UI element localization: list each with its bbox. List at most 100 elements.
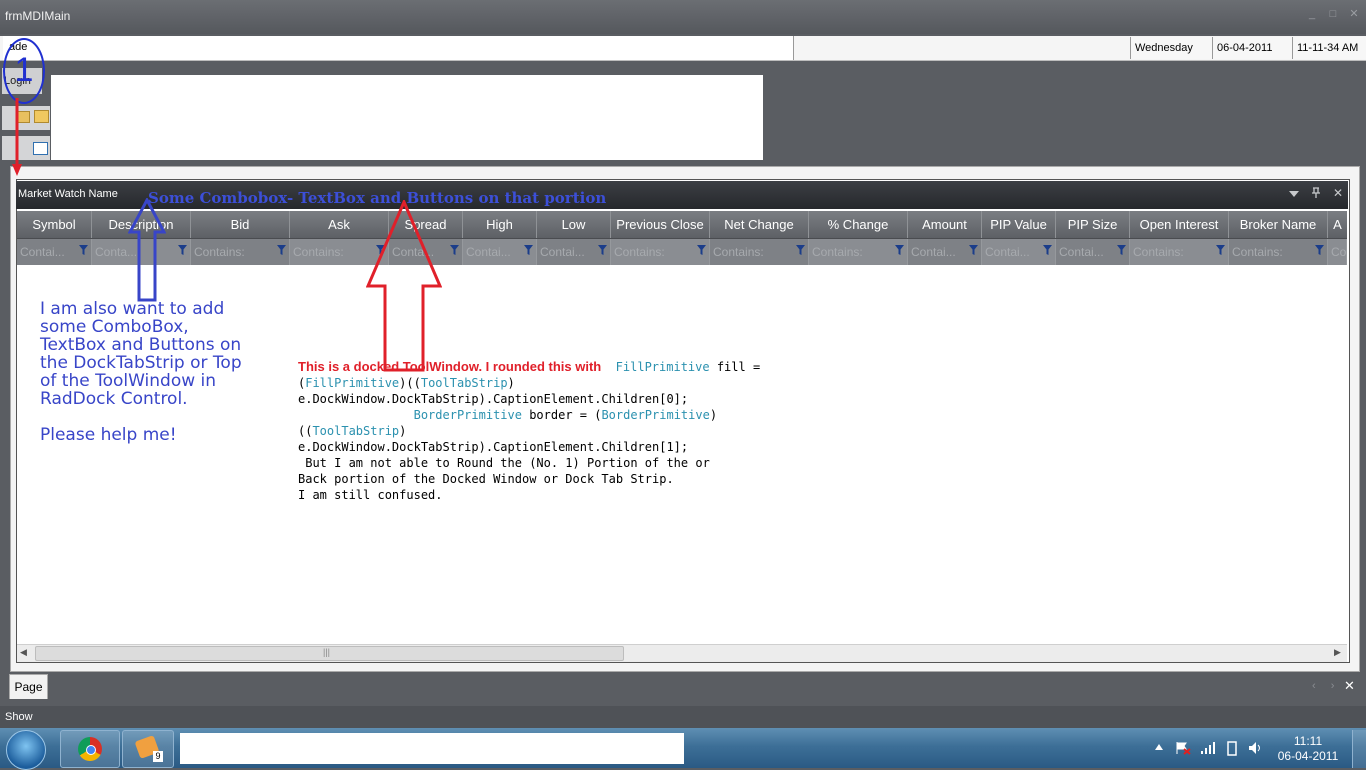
taskbar-item-chrome[interactable] — [60, 730, 120, 768]
signal-icon[interactable] — [1200, 741, 1216, 755]
column-header[interactable]: Open Interest — [1130, 211, 1229, 238]
filter-icon[interactable] — [524, 245, 533, 256]
code-token: border = ( — [521, 408, 602, 422]
filter-cell[interactable]: Contai... — [982, 239, 1056, 265]
filter-icon[interactable] — [796, 245, 805, 256]
window-count-badge: 9 — [153, 751, 163, 762]
column-header[interactable]: Amount — [908, 211, 982, 238]
filter-text: Contains: — [614, 245, 665, 259]
filter-cell[interactable]: Contains: — [710, 239, 809, 265]
filter-icon[interactable] — [1216, 245, 1225, 256]
filter-cell[interactable]: Contains: — [809, 239, 908, 265]
code-token: ) — [399, 424, 407, 438]
code-token: e.DockWindow.DockTabStrip).CaptionElemen… — [298, 392, 689, 406]
code-token: But I am not able to Round the (No. 1) P… — [298, 456, 710, 470]
filter-cell[interactable]: Contai... — [17, 239, 92, 265]
taskbar-clock[interactable]: 11:11 06-04-2011 — [1276, 734, 1340, 764]
annotation-red-text: This is a docked ToolWindow. I rounded t… — [298, 359, 602, 374]
code-token: ) — [507, 376, 515, 390]
filter-icon[interactable] — [79, 245, 88, 256]
filter-icon[interactable] — [895, 245, 904, 256]
window-icon[interactable] — [33, 142, 48, 155]
code-token: fill = — [709, 360, 761, 374]
filter-icon[interactable] — [1117, 245, 1126, 256]
code-token: ) — [709, 408, 718, 422]
annotation-arrow-red — [366, 200, 442, 372]
filter-icon[interactable] — [1315, 245, 1324, 256]
pin-icon[interactable] — [1311, 187, 1321, 199]
dock-close-button[interactable]: ✕ — [1333, 186, 1343, 200]
show-desktop-button[interactable] — [1352, 730, 1366, 768]
filter-cell[interactable]: Contai... — [908, 239, 982, 265]
tab-page[interactable]: Page — [9, 674, 48, 699]
status-time: 11-11-34 AM — [1292, 37, 1366, 59]
scroll-right-icon[interactable]: ▶ — [1334, 647, 1341, 658]
filter-cell[interactable]: Contains: — [191, 239, 290, 265]
filter-cell[interactable]: Co — [1328, 239, 1347, 265]
filter-cell[interactable]: Contains: — [1130, 239, 1229, 265]
annotation-line: I am also want to add — [40, 299, 225, 319]
annotation-code-note: This is a docked ToolWindow. I rounded t… — [298, 359, 760, 503]
filter-icon[interactable] — [178, 245, 187, 256]
filter-cell[interactable]: Contai... — [463, 239, 537, 265]
show-label[interactable]: Show — [5, 711, 33, 723]
filter-icon[interactable] — [1043, 245, 1052, 256]
tray-chevron-up-icon[interactable] — [1155, 744, 1163, 750]
filter-text: Contains: — [713, 245, 764, 259]
start-button[interactable] — [6, 730, 46, 770]
annotation-line: Please help me! — [40, 425, 177, 445]
maximize-button[interactable]: □ — [1327, 8, 1339, 20]
filter-text: Contains: — [812, 245, 863, 259]
device-icon[interactable] — [1225, 741, 1239, 756]
toolbar-panel — [51, 75, 763, 160]
filter-text: Co — [1331, 245, 1347, 259]
code-token: FillPrimitive — [615, 360, 710, 374]
filter-cell[interactable]: Contains: — [1229, 239, 1328, 265]
column-header[interactable]: Bid — [191, 211, 290, 238]
annotation-line: some ComboBox, — [40, 317, 189, 337]
minimize-button[interactable]: _ — [1306, 8, 1318, 20]
filter-text: Contains: — [1133, 245, 1184, 259]
column-header[interactable]: A — [1328, 211, 1347, 238]
volume-icon[interactable] — [1248, 741, 1264, 755]
chevron-down-icon[interactable] — [1288, 190, 1300, 198]
code-token: I am still confused. — [298, 488, 443, 502]
column-header[interactable]: Low — [537, 211, 611, 238]
chrome-center — [86, 745, 96, 755]
status-day: Wednesday — [1130, 37, 1213, 59]
annotation-arrow-red-small — [12, 98, 22, 176]
filter-cell[interactable]: Contains: — [611, 239, 710, 265]
close-button[interactable]: ✕ — [1348, 8, 1360, 20]
filter-icon[interactable] — [277, 245, 286, 256]
filter-text: Contai... — [911, 245, 956, 259]
tab-nav-arrows[interactable]: ‹ › — [1312, 680, 1340, 692]
filter-icon[interactable] — [450, 245, 459, 256]
code-token: BorderPrimitive — [413, 408, 522, 422]
filter-icon[interactable] — [969, 245, 978, 256]
column-header[interactable]: Symbol — [17, 211, 92, 238]
annotation-line: of the ToolWindow in — [40, 371, 217, 391]
show-bar — [0, 706, 1366, 728]
column-header[interactable]: Broker Name — [1229, 211, 1328, 238]
folder-icon[interactable] — [34, 110, 49, 123]
filter-text: Contai... — [466, 245, 511, 259]
annotation-left-note: I am also want to add some ComboBox, Tex… — [40, 300, 242, 444]
clock-time: 11:11 — [1293, 734, 1323, 748]
column-header[interactable]: PIP Value — [982, 211, 1056, 238]
column-header[interactable]: High — [463, 211, 537, 238]
filter-cell[interactable]: Contai... — [537, 239, 611, 265]
column-header[interactable]: PIP Size — [1056, 211, 1130, 238]
column-header[interactable]: Previous Close — [611, 211, 710, 238]
column-header[interactable]: % Change — [809, 211, 908, 238]
taskbar-item-vs[interactable]: 9 — [122, 730, 174, 768]
filter-cell[interactable]: Contai... — [1056, 239, 1130, 265]
flag-icon[interactable] — [1175, 741, 1191, 755]
grid-header: Symbol Description Bid Ask Spread High L… — [17, 211, 1347, 239]
filter-icon[interactable] — [697, 245, 706, 256]
scroll-left-icon[interactable]: ◀ — [20, 647, 27, 658]
tab-close-button[interactable]: ✕ — [1344, 678, 1355, 694]
column-header[interactable]: Net Change — [710, 211, 809, 238]
dock-caption-title: Market Watch Name — [18, 188, 118, 200]
code-token: BorderPrimitive — [601, 408, 710, 422]
filter-icon[interactable] — [598, 245, 607, 256]
